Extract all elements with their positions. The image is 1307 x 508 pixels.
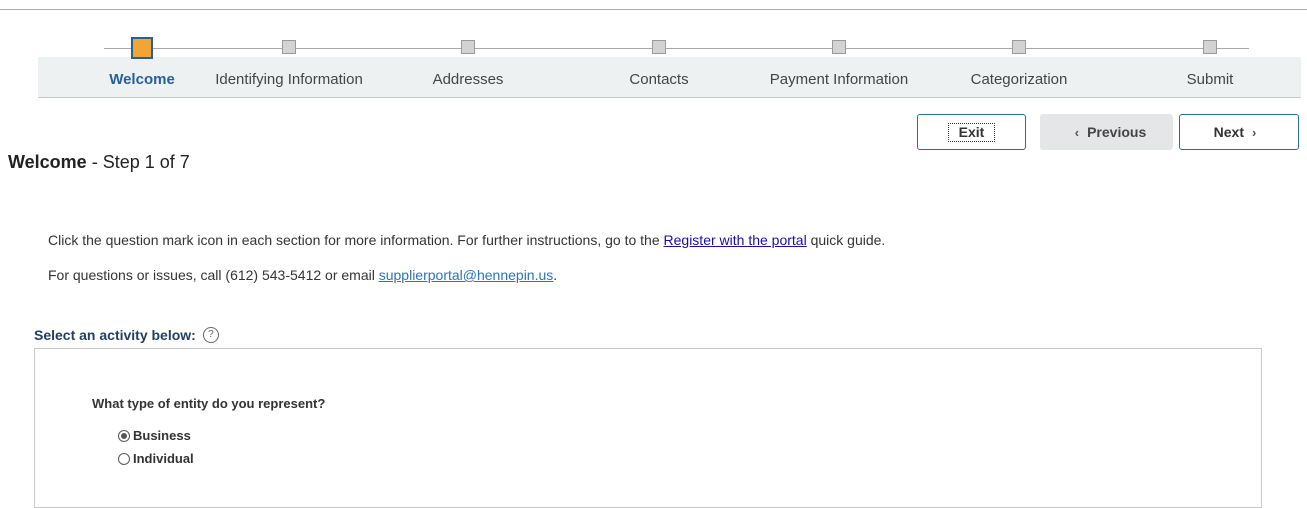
activity-section-heading: Select an activity below: ? xyxy=(34,327,219,343)
step-label: Categorization xyxy=(970,71,1068,88)
activity-heading-text: Select an activity below: xyxy=(34,327,196,343)
step-label: Contacts xyxy=(629,71,689,88)
page-step-indicator: - Step 1 of 7 xyxy=(86,152,190,172)
instructions-text: quick guide. xyxy=(806,232,886,248)
next-button[interactable]: Next › xyxy=(1179,114,1299,150)
entity-type-business-option[interactable]: Business xyxy=(118,428,191,443)
step-label: Payment Information xyxy=(769,71,909,88)
step-train-divider xyxy=(38,97,1301,98)
entity-type-individual-option[interactable]: Individual xyxy=(118,451,194,466)
activity-panel xyxy=(34,348,1262,508)
step-marker xyxy=(652,40,666,54)
register-guide-link[interactable]: Register with the portal xyxy=(664,232,807,248)
support-email-link[interactable]: supplierportal@hennepin.us xyxy=(379,267,554,283)
chevron-right-icon: › xyxy=(1252,124,1257,140)
previous-button-label: Previous xyxy=(1087,124,1147,140)
step-contacts[interactable]: Contacts xyxy=(569,40,749,97)
step-train: Welcome Identifying Information Addresse… xyxy=(38,37,1301,98)
step-marker xyxy=(282,40,296,54)
step-payment-information[interactable]: Payment Information xyxy=(749,40,929,97)
step-label: Addresses xyxy=(432,71,504,88)
chevron-left-icon: ‹ xyxy=(1074,124,1080,140)
top-divider xyxy=(0,9,1307,10)
step-label: Identifying Information xyxy=(215,71,363,88)
radio-label-business: Business xyxy=(133,428,191,443)
entity-type-question: What type of entity do you represent? xyxy=(92,396,326,411)
page-title-name: Welcome xyxy=(8,152,87,172)
step-addresses[interactable]: Addresses xyxy=(378,40,558,97)
step-marker-active xyxy=(131,37,153,59)
radio-button-individual[interactable] xyxy=(118,452,130,465)
next-button-label: Next xyxy=(1213,124,1244,140)
previous-button[interactable]: ‹ Previous xyxy=(1040,114,1173,150)
step-submit[interactable]: Submit xyxy=(1120,40,1300,97)
contact-text: For questions or issues, call (612) 543-… xyxy=(48,267,379,283)
step-marker xyxy=(1012,40,1026,54)
step-marker xyxy=(832,40,846,54)
step-marker xyxy=(461,40,475,54)
step-label: Submit xyxy=(1186,71,1234,88)
radio-button-business[interactable] xyxy=(118,429,130,442)
exit-button[interactable]: Exit xyxy=(917,114,1026,150)
step-identifying-information[interactable]: Identifying Information xyxy=(199,40,379,97)
question-circle-icon[interactable]: ? xyxy=(202,327,219,343)
instructions-line-1: Click the question mark icon in each sec… xyxy=(48,232,885,248)
exit-button-label: Exit xyxy=(947,122,996,142)
step-categorization[interactable]: Categorization xyxy=(929,40,1109,97)
step-marker xyxy=(1203,40,1217,54)
instructions-text: Click the question mark icon in each sec… xyxy=(48,232,664,248)
contact-text: . xyxy=(553,267,558,283)
radio-label-individual: Individual xyxy=(133,451,194,466)
page-title: Welcome - Step 1 of 7 xyxy=(8,152,190,173)
instructions-line-2: For questions or issues, call (612) 543-… xyxy=(48,267,557,283)
